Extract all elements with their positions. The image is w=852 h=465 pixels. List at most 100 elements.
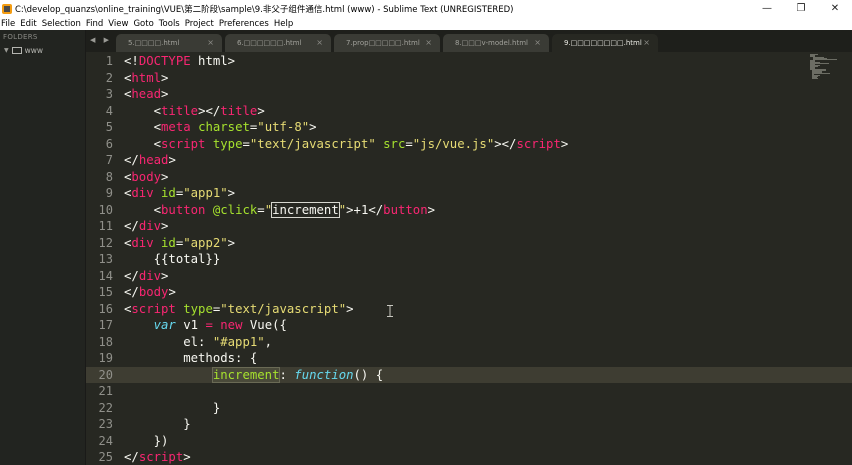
code-token: "app1" [183, 186, 228, 200]
code-line[interactable]: <script type="text/javascript"> [124, 302, 354, 319]
line-number: 9 [105, 186, 113, 200]
code-line[interactable]: } [124, 401, 220, 418]
code-token: = [257, 202, 265, 217]
code-line[interactable]: </script> [124, 450, 191, 465]
code-token: script [131, 301, 176, 316]
code-token: </ [124, 219, 139, 233]
code-token: < [124, 120, 162, 134]
code-line[interactable]: var v1 = new Vue({ [124, 318, 287, 335]
menu-view[interactable]: View [108, 19, 128, 29]
tab-close-icon[interactable]: × [425, 38, 432, 47]
code-line[interactable]: <script type="text/javascript" src="js/v… [124, 136, 569, 154]
code-token: function [294, 367, 354, 382]
tab-close-icon[interactable]: × [534, 38, 541, 47]
code-token: head [131, 87, 162, 101]
code-token: : [279, 367, 295, 382]
menu-file[interactable]: File [1, 19, 15, 29]
minimap-line [812, 73, 830, 74]
menu-find[interactable]: Find [86, 19, 103, 29]
code-line[interactable]: }) [124, 434, 169, 451]
menu-project[interactable]: Project [185, 19, 214, 29]
code-token: < [124, 103, 162, 118]
selection-match: increment [271, 201, 340, 218]
menu-help[interactable]: Help [274, 19, 293, 29]
code-line[interactable]: </body> [124, 285, 176, 302]
tab-close-icon[interactable]: × [316, 38, 323, 47]
code-line[interactable]: <html> [124, 71, 168, 88]
code-line[interactable]: </div> [124, 219, 168, 236]
tab-file-8[interactable]: 8.□□□v-model.html × [443, 34, 549, 52]
code-token: script [138, 450, 184, 464]
code-line[interactable]: } [124, 417, 190, 434]
expand-arrow-icon[interactable]: ▼ [4, 47, 9, 54]
code-line[interactable]: <meta charset="utf-8"> [124, 120, 317, 137]
tab-file-7[interactable]: 7.prop□□□□□.html × [334, 34, 440, 52]
code-line[interactable]: {{total}} [124, 252, 221, 269]
line-number: 2 [105, 70, 113, 85]
code-editor[interactable]: 1 2 3 4 5 6 7 8 9 10 11 12 13 14 15 16 17 18 19 20 21 22 23 24 2… [86, 52, 852, 465]
code-line[interactable]: increment: function() { [124, 366, 383, 385]
line-number: 19 [98, 351, 113, 365]
code-line[interactable]: <button @click="increment">+1</button> [124, 201, 435, 220]
maximize-button[interactable]: ❐ [784, 0, 818, 17]
code-token: "js/vue.js" [412, 136, 495, 151]
line-number: 24 [98, 433, 113, 448]
folder-item-www[interactable]: ▼ www [0, 46, 85, 55]
code-token: new [220, 318, 243, 332]
highlighted-word: increment [211, 366, 281, 383]
code-line[interactable]: <div id="app2"> [124, 236, 235, 253]
code-token: "text/javascript" [220, 301, 347, 316]
tab-close-icon[interactable]: × [207, 38, 214, 47]
code-line[interactable]: <div id="app1"> [124, 186, 235, 203]
close-button[interactable]: ✕ [818, 0, 852, 17]
code-token: div [131, 235, 154, 250]
code-token: "text/javascript" [249, 136, 376, 151]
tab-file-9-active[interactable]: 9.□□□□□□□□.html × [552, 34, 658, 52]
menu-selection[interactable]: Selection [42, 19, 81, 29]
code-line[interactable]: <title></title> [124, 104, 265, 121]
code-line[interactable]: </div> [124, 269, 168, 286]
line-number: 4 [105, 103, 113, 118]
line-number: 18 [98, 334, 113, 349]
code-token: > [168, 285, 176, 299]
menu-tools[interactable]: Tools [159, 19, 180, 29]
code-token: "utf-8" [257, 120, 310, 134]
line-number: 8 [105, 169, 113, 184]
minimap[interactable] [810, 54, 844, 79]
code-token: methods: { [124, 351, 258, 365]
tab-label: 7.prop□□□□□.html [346, 39, 420, 47]
code-token: script [161, 136, 206, 151]
code-area[interactable]: <!DOCTYPE html> <html> <head> <title></tit… [124, 52, 804, 465]
code-line[interactable]: </head> [124, 153, 176, 170]
tab-nav-arrows-icon[interactable]: ◀ ▶ [90, 36, 112, 44]
code-token: html> [190, 54, 236, 68]
line-number: 7 [105, 153, 113, 167]
minimize-button[interactable]: — [750, 0, 784, 17]
code-token: div [131, 186, 154, 200]
code-token: < [124, 202, 162, 217]
code-token: {{total}} [124, 252, 221, 266]
tab-file-6[interactable]: 6.□□□□□□.html × [225, 34, 331, 52]
code-token: script [516, 136, 561, 151]
code-line[interactable]: <!DOCTYPE html> [124, 54, 235, 71]
tab-file-5[interactable]: 5.□□□□.html × [116, 34, 222, 52]
code-line[interactable]: <head> [124, 87, 168, 104]
code-line[interactable]: methods: { [124, 351, 257, 368]
tab-label: 8.□□□v-model.html [455, 39, 528, 47]
code-line[interactable]: el: "#app1", [124, 335, 272, 352]
line-number: 3 [105, 87, 113, 101]
code-token: , [264, 334, 273, 349]
code-token: " [264, 202, 273, 217]
menu-goto[interactable]: Goto [133, 19, 153, 29]
code-token: head [138, 153, 169, 167]
code-token: ></ [198, 103, 221, 118]
code-token: > [257, 103, 265, 118]
tab-close-icon[interactable]: × [643, 38, 650, 47]
menu-edit[interactable]: Edit [20, 19, 36, 29]
tab-label: 5.□□□□.html [128, 39, 180, 47]
menu-preferences[interactable]: Preferences [219, 19, 269, 29]
code-line[interactable]: <body> [124, 170, 168, 187]
